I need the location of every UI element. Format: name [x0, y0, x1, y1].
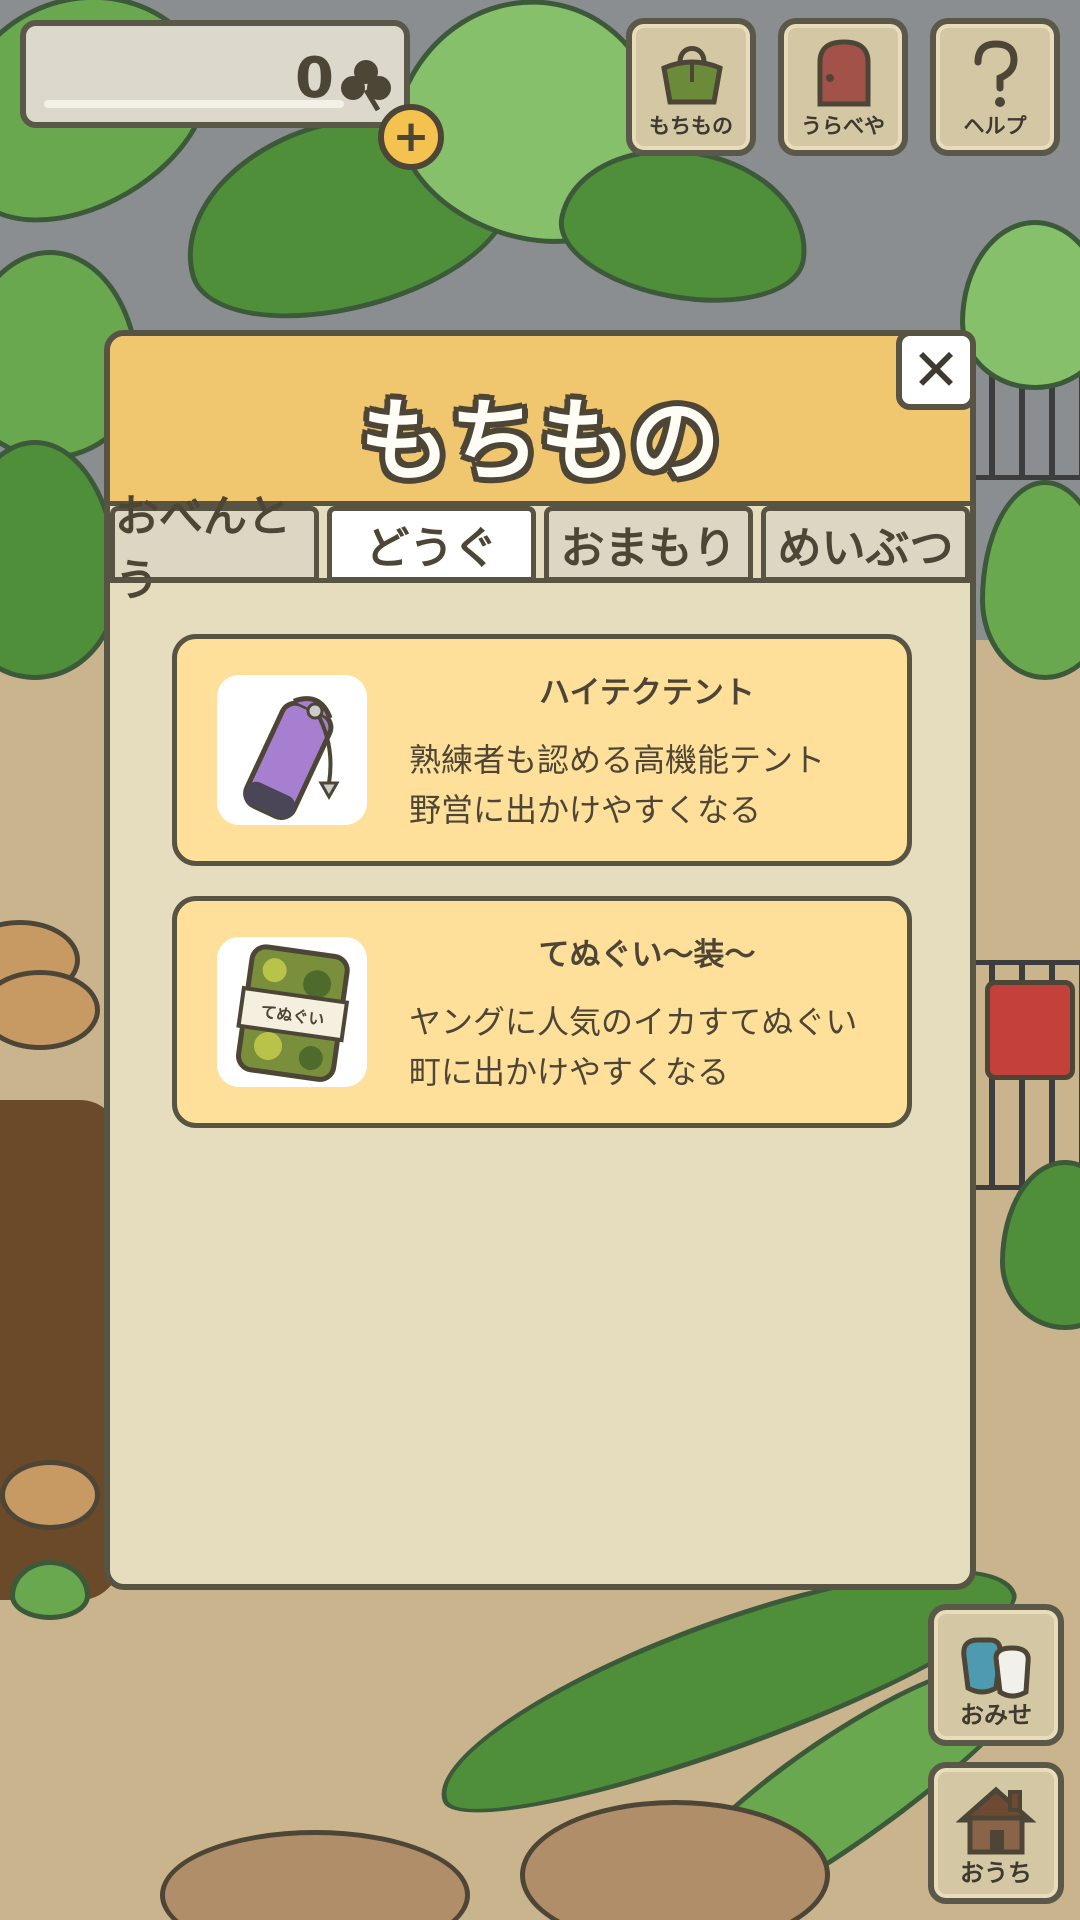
tab-specialties[interactable]: めいぶつ [761, 506, 970, 582]
close-button[interactable]: ✕ [896, 330, 976, 410]
door-icon [817, 39, 871, 107]
back-room-button-label: うらべや [801, 114, 885, 138]
question-icon [974, 40, 1018, 107]
item-description: ヤングに人気のイカすてぬぐい 町に出かけやすくなる [409, 997, 857, 1097]
shop-button-label: おみせ [960, 1701, 1032, 1729]
counter-highlight [44, 100, 344, 108]
clover-counter: 0 [20, 20, 410, 128]
item-thumbnail: てぬぐい [217, 937, 367, 1087]
inventory-modal: もちもの おべんとう どうぐ おまもり めいぶつ ハイテクテント 熟練者も認める… [104, 330, 976, 1590]
tab-divider [110, 578, 970, 583]
camo-towel-icon: てぬぐい [236, 944, 350, 1082]
purple-tent-bag-icon [243, 696, 340, 821]
inventory-button-label: もちもの [649, 114, 733, 138]
home-button-label: おうち [960, 1859, 1032, 1887]
help-button-label: ヘルプ [963, 114, 1027, 138]
item-name: ハイテクテント [539, 675, 755, 711]
tab-lunch[interactable]: おべんとう [110, 491, 319, 606]
clover-icon [341, 60, 391, 112]
tree-stump [0, 1460, 100, 1530]
tab-charms[interactable]: おまもり [544, 506, 753, 582]
item-description-line: 町に出かけやすくなる [409, 1053, 730, 1091]
shop-button[interactable]: おみせ [928, 1604, 1064, 1746]
back-room-button[interactable]: うらべや [778, 18, 908, 156]
item-name: てぬぐい〜装〜 [538, 937, 756, 973]
house-icon [956, 1786, 1036, 1855]
item-description-line: 熟練者も認める高機能テント [409, 741, 826, 779]
item-description: 熟練者も認める高機能テント 野営に出かけやすくなる [409, 735, 825, 835]
inventory-button[interactable]: もちもの [626, 18, 756, 156]
bag-icon [661, 46, 723, 105]
item-thumbnail [217, 675, 367, 825]
item-card-camo-towel[interactable]: てぬぐい てぬぐい〜装〜 ヤングに人気のイカすてぬぐい 町に出かけやすくなる [172, 896, 912, 1128]
help-button[interactable]: ヘルプ [930, 18, 1060, 156]
tab-tools[interactable]: どうぐ [327, 506, 536, 582]
home-button[interactable]: おうち [928, 1762, 1064, 1904]
shop-bags-icon [961, 1637, 1031, 1699]
item-description-line: ヤングに人気のイカすてぬぐい [409, 1003, 858, 1041]
category-tabs: おべんとう どうぐ おまもり めいぶつ [110, 491, 970, 606]
modal-title: もちもの [360, 389, 720, 494]
add-clover-button[interactable]: + [378, 104, 444, 170]
item-card-high-tech-tent[interactable]: ハイテクテント 熟練者も認める高機能テント 野営に出かけやすくなる [172, 634, 912, 866]
item-description-line: 野営に出かけやすくなる [409, 791, 762, 829]
mailbox [985, 980, 1075, 1080]
